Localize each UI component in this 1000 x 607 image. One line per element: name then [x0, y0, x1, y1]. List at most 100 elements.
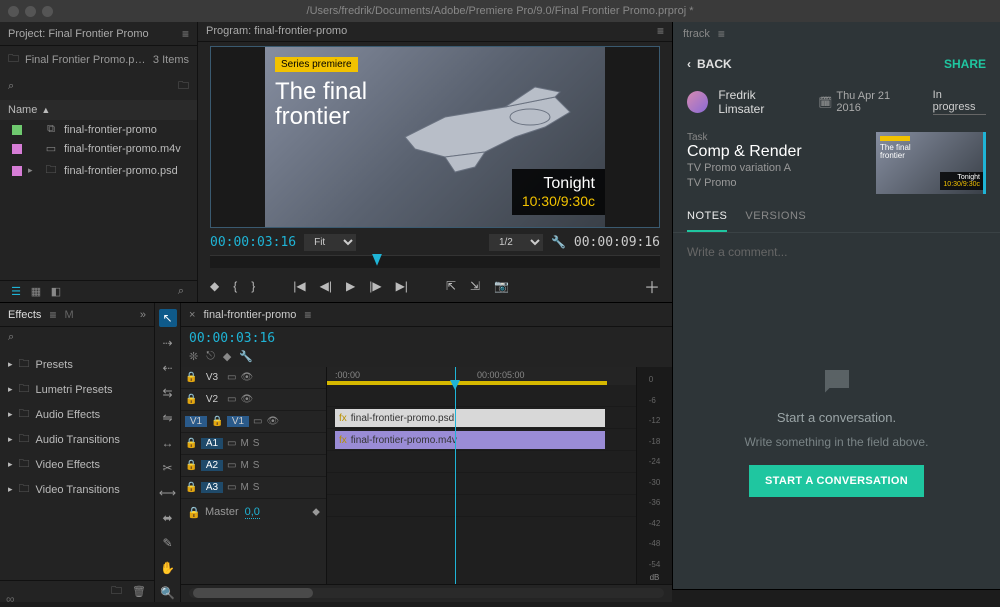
track-select-back-icon[interactable]: ⇠	[159, 359, 177, 377]
bin-row[interactable]: ▭ final-frontier-promo.m4v	[0, 139, 197, 158]
track-label[interactable]: V3	[201, 372, 223, 383]
zoom-fit-select[interactable]: Fit	[304, 234, 356, 251]
mute-icon[interactable]: M	[240, 460, 248, 471]
razor-tool-icon[interactable]: ✂	[159, 459, 177, 477]
toggle-output-icon[interactable]: ▭	[227, 438, 236, 449]
slip-tool-icon[interactable]: ⟷	[159, 484, 177, 502]
mark-in-btn[interactable]: {	[233, 279, 237, 293]
lock-icon[interactable]: 🔒	[185, 372, 197, 383]
task-thumbnail[interactable]: The finalfrontier Tonight10:30/9:30c	[876, 132, 986, 194]
search-icon[interactable]: ⌕	[8, 80, 14, 93]
mute-icon[interactable]: M	[240, 438, 248, 449]
share-button[interactable]: SHARE	[944, 57, 986, 71]
program-video[interactable]: Series premiere The final frontier Tonig…	[210, 46, 660, 228]
snap-icon[interactable]: ❊	[189, 350, 198, 363]
creative-cloud-icon[interactable]: ∞	[6, 592, 15, 606]
toggle-eye-icon[interactable]: 👁	[240, 394, 253, 405]
lock-icon[interactable]: 🔒	[211, 416, 223, 427]
expand-panel-icon[interactable]: »	[140, 309, 146, 321]
comment-input[interactable]	[687, 245, 986, 259]
clip-m4v[interactable]: fxfinal-frontier-promo.m4v	[335, 431, 605, 449]
lift-icon[interactable]: ⇱	[446, 279, 456, 293]
resolution-select[interactable]: 1/2	[489, 234, 543, 251]
toggle-eye-icon[interactable]: 👁	[266, 416, 279, 427]
panel-menu-icon[interactable]: ≡	[182, 27, 189, 41]
effects-folder[interactable]: ▸🗀Lumetri Presets	[0, 377, 154, 402]
pen-tool-icon[interactable]: ✎	[159, 534, 177, 552]
list-view-icon[interactable]: ☰	[8, 284, 24, 300]
mark-in-icon[interactable]: ◆	[210, 279, 219, 293]
search-icon[interactable]: ⌕	[8, 331, 14, 344]
scrollbar-thumb[interactable]	[193, 588, 313, 598]
marker-icon[interactable]: ◆	[223, 350, 231, 363]
lock-icon[interactable]: 🔒	[187, 506, 199, 519]
panel-menu-icon[interactable]: ≡	[657, 24, 664, 38]
ripple-edit-icon[interactable]: ⇆	[159, 384, 177, 402]
rate-stretch-icon[interactable]: ↔	[159, 434, 177, 452]
export-frame-icon[interactable]: 📷	[494, 279, 509, 293]
panel-menu-icon[interactable]: ≡	[304, 308, 311, 322]
mute-icon[interactable]: M	[240, 482, 248, 493]
lock-icon[interactable]: 🔒	[185, 482, 197, 493]
icon-view-icon[interactable]: ▦	[28, 284, 44, 300]
toggle-output-icon[interactable]: ▭	[227, 460, 236, 471]
effects-folder[interactable]: ▸🗀Video Effects	[0, 452, 154, 477]
master-volume[interactable]: 0,0	[245, 506, 260, 519]
hand-tool-icon[interactable]: ✋	[159, 559, 177, 577]
wrench-icon[interactable]: 🔧	[551, 235, 566, 249]
minimize-traffic[interactable]	[25, 6, 36, 17]
track-target[interactable]: A2	[201, 460, 223, 471]
new-bin-icon[interactable]: 🗀	[178, 77, 189, 96]
extract-icon[interactable]: ⇲	[470, 279, 480, 293]
track-label[interactable]: V2	[201, 394, 223, 405]
source-patch[interactable]: V1	[185, 416, 207, 427]
toggle-output-icon[interactable]: ▭	[253, 416, 262, 427]
start-conversation-button[interactable]: START A CONVERSATION	[749, 465, 924, 497]
program-timecode-left[interactable]: 00:00:03:16	[210, 235, 296, 250]
trash-icon[interactable]: 🗑	[132, 585, 146, 598]
timeline-timecode[interactable]: 00:00:03:16	[189, 331, 275, 346]
solo-icon[interactable]: S	[253, 438, 260, 449]
settings-icon[interactable]: 🔧	[239, 350, 253, 363]
keyframe-icon[interactable]: ⬥	[312, 506, 320, 519]
selection-tool-icon[interactable]: ↖	[159, 309, 177, 327]
toggle-eye-icon[interactable]: 👁	[240, 372, 253, 383]
timeline-scrollbar[interactable]	[189, 588, 664, 598]
toggle-output-icon[interactable]: ▭	[227, 372, 236, 383]
lock-icon[interactable]: 🔒	[185, 438, 197, 449]
linked-selection-icon[interactable]: ⎋	[206, 350, 215, 363]
clip-psd[interactable]: fxfinal-frontier-promo.psd	[335, 409, 605, 427]
tab-notes[interactable]: NOTES	[687, 210, 727, 232]
step-back-icon[interactable]: ◀|	[320, 279, 332, 293]
track-target[interactable]: V1	[227, 416, 249, 427]
track-select-fwd-icon[interactable]: ⇢	[159, 334, 177, 352]
track-target[interactable]: A3	[201, 482, 223, 493]
goto-in-icon[interactable]: |◀	[293, 279, 305, 293]
button-editor-icon[interactable]: ＋	[644, 274, 660, 298]
find-icon[interactable]: ⌕	[173, 284, 189, 300]
column-header-name[interactable]: Name ▲	[0, 100, 197, 120]
solo-icon[interactable]: S	[253, 460, 260, 471]
bin-row[interactable]: ▸ 🗀 final-frontier-promo.psd	[0, 158, 197, 183]
effects-folder[interactable]: ▸🗀Audio Effects	[0, 402, 154, 427]
bin-row[interactable]: ⧉ final-frontier-promo	[0, 120, 197, 139]
close-traffic[interactable]	[8, 6, 19, 17]
panel-menu-icon[interactable]: ≡	[718, 27, 725, 41]
step-fwd-icon[interactable]: |▶	[369, 279, 381, 293]
lock-icon[interactable]: 🔒	[185, 394, 197, 405]
avatar[interactable]	[687, 91, 708, 113]
track-target[interactable]: A1	[201, 438, 223, 449]
zoom-traffic[interactable]	[42, 6, 53, 17]
mark-out-btn[interactable]: }	[251, 279, 255, 293]
play-icon[interactable]: ▶	[346, 279, 355, 293]
effects-folder[interactable]: ▸🗀Presets	[0, 352, 154, 377]
panel-menu-icon[interactable]: ≡	[49, 308, 56, 322]
effects-folder[interactable]: ▸🗀Video Transitions	[0, 477, 154, 502]
sequence-tab[interactable]: final-frontier-promo	[203, 309, 296, 321]
back-button[interactable]: ‹BACK	[687, 57, 732, 71]
effects-folder[interactable]: ▸🗀Audio Transitions	[0, 427, 154, 452]
zoom-tool-icon[interactable]: 🔍	[159, 584, 177, 602]
time-ruler[interactable]: :00:00 00:00:05:00	[327, 367, 636, 385]
status-select[interactable]: In progress	[933, 89, 986, 115]
close-sequence-icon[interactable]: ×	[189, 309, 195, 321]
